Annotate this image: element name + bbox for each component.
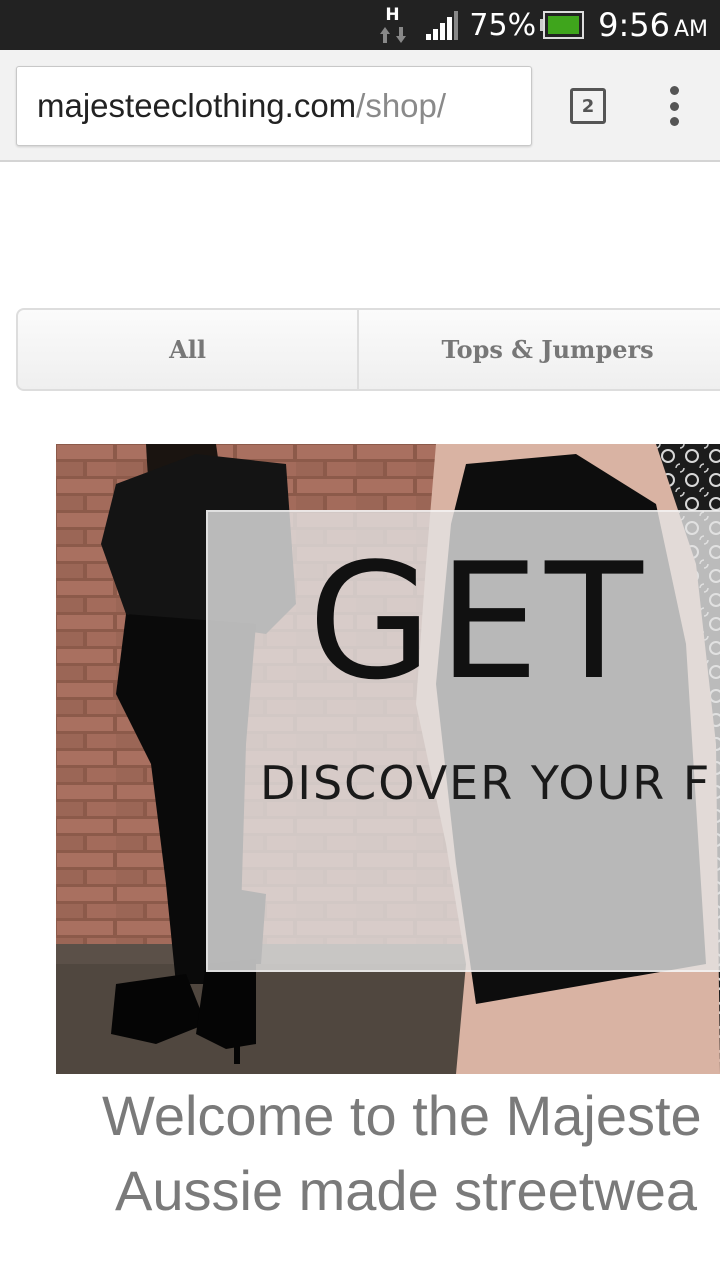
network-type: H [385,5,400,25]
url-bar[interactable]: majesteeclothing.com/shop/ [16,66,532,146]
browser-toolbar: majesteeclothing.com/shop/ 2 [0,50,720,162]
url-domain: majesteeclothing.com [37,87,357,124]
network-h-icon: H [379,3,415,47]
category-nav: All Tops & Jumpers [16,308,720,391]
url-path: /shop/ [356,87,447,124]
status-bar: H 75% 9:56 AM [0,0,720,50]
banner-heading: GET [308,528,649,715]
clock-ampm: AM [673,17,708,42]
tabs-button[interactable]: 2 [570,88,606,124]
tab-count: 2 [581,95,595,117]
welcome-line-2: Aussie made streetwea [115,1159,698,1222]
clock-time: 9:56 [598,6,670,44]
battery-percent: 75% [469,7,537,43]
clock: 9:56 AM [598,6,708,44]
hero-banner[interactable]: GET DISCOVER YOUR F [56,444,720,1074]
category-tab-all[interactable]: All [18,310,360,389]
category-tab-tops-jumpers[interactable]: Tops & Jumpers [359,310,720,389]
overflow-menu-icon[interactable] [652,80,696,132]
battery-icon [540,11,585,39]
welcome-message: Welcome to the Majeste Aussie made stree… [0,1078,720,1228]
welcome-line-1: Welcome to the Majeste [102,1084,702,1147]
signal-icon [426,11,459,40]
banner-subheading: DISCOVER YOUR F [260,756,712,810]
